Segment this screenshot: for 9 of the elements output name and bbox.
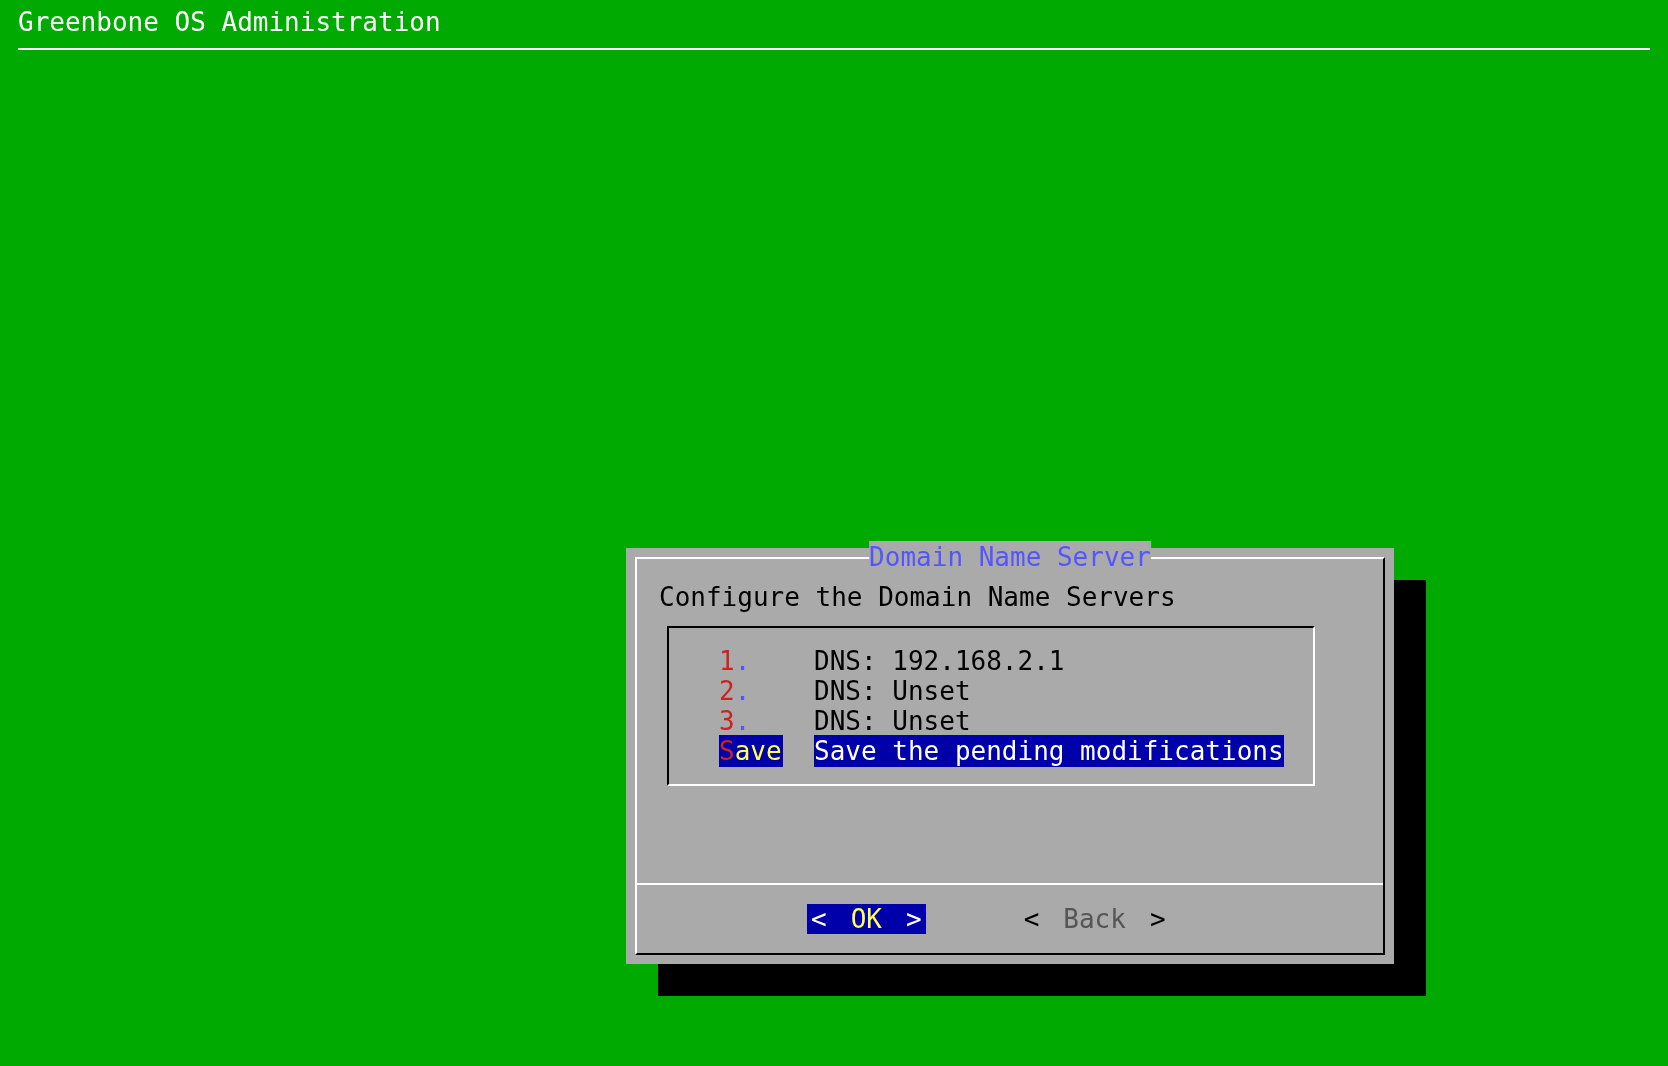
dialog-button[interactable]: < OK > xyxy=(807,904,926,934)
dialog-button[interactable]: < Back > xyxy=(1019,904,1170,934)
menu-item-text[interactable]: DNS: Unset xyxy=(814,675,971,707)
menu-item-text[interactable]: Save the pending modifications xyxy=(814,735,1284,767)
menu-item-tag[interactable]: Save xyxy=(719,735,783,767)
screen-title: Greenbone OS Administration xyxy=(18,7,441,37)
menu-item-text[interactable]: DNS: Unset xyxy=(814,705,971,737)
dialog-prompt: Configure the Domain Name Servers xyxy=(659,581,1176,613)
menu-item-text[interactable]: DNS: 192.168.2.1 xyxy=(814,645,1065,677)
